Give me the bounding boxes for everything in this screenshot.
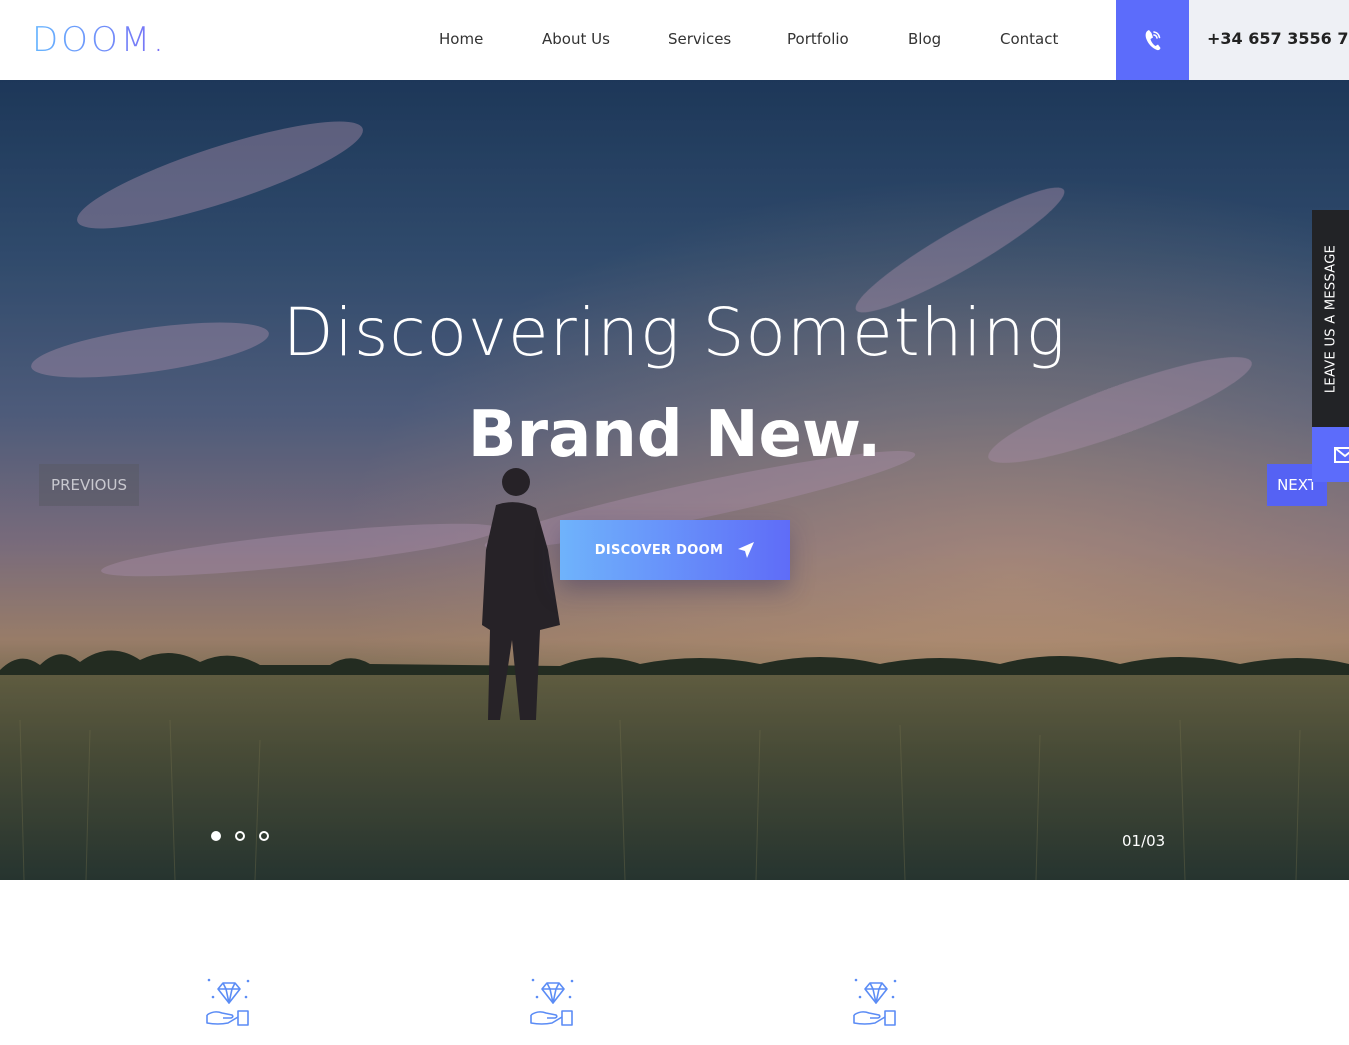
- discover-button-label: DISCOVER DOOM: [594, 542, 724, 558]
- hero-title-line2: Brand New.: [467, 398, 882, 472]
- hero-title-line1: Discovering Something: [282, 294, 1067, 371]
- nav-item-about-us[interactable]: About Us: [542, 30, 610, 48]
- slider-dot-1[interactable]: [211, 831, 221, 841]
- phone-icon: [1145, 30, 1160, 51]
- diamond-hand-icon: [853, 978, 897, 1026]
- hero-slider: Discovering Something Brand New. DISCOVE…: [0, 80, 1349, 880]
- discover-button[interactable]: DISCOVER DOOM: [560, 520, 790, 580]
- envelope-icon: [1334, 446, 1349, 463]
- nav-item-blog[interactable]: Blog: [908, 30, 941, 48]
- phone-button[interactable]: [1116, 0, 1189, 80]
- slide-counter: 01/03: [1122, 832, 1166, 850]
- slider-pagination: [211, 831, 269, 841]
- phone-number[interactable]: +34 657 3556 778: [1207, 29, 1349, 48]
- logo[interactable]: DOOM.: [32, 20, 167, 60]
- leave-message-label: LEAVE US A MESSAGE: [1323, 244, 1338, 393]
- phone-number-box[interactable]: +34 657 3556 778: [1189, 0, 1349, 80]
- diamond-hand-icon: [206, 978, 250, 1026]
- site-header: DOOM. Home About Us Services Portfolio B…: [0, 0, 1349, 80]
- previous-slide-button[interactable]: PREVIOUS: [39, 464, 139, 506]
- nav-item-contact[interactable]: Contact: [1000, 30, 1058, 48]
- logo-text[interactable]: DOOM.: [32, 20, 167, 60]
- hero-overlay: [0, 80, 1349, 880]
- next-label: NEXT: [1277, 476, 1317, 494]
- paper-plane-icon: [738, 542, 755, 558]
- leave-message-tab[interactable]: LEAVE US A MESSAGE: [1312, 210, 1349, 427]
- nav-item-home[interactable]: Home: [439, 30, 483, 48]
- previous-label: PREVIOUS: [51, 476, 127, 494]
- nav-item-portfolio[interactable]: Portfolio: [787, 30, 849, 48]
- nav-item-services[interactable]: Services: [668, 30, 731, 48]
- slider-dot-3[interactable]: [259, 831, 269, 841]
- message-mail-button[interactable]: [1312, 427, 1349, 482]
- slider-dot-2[interactable]: [235, 831, 245, 841]
- diamond-hand-icon: [530, 978, 574, 1026]
